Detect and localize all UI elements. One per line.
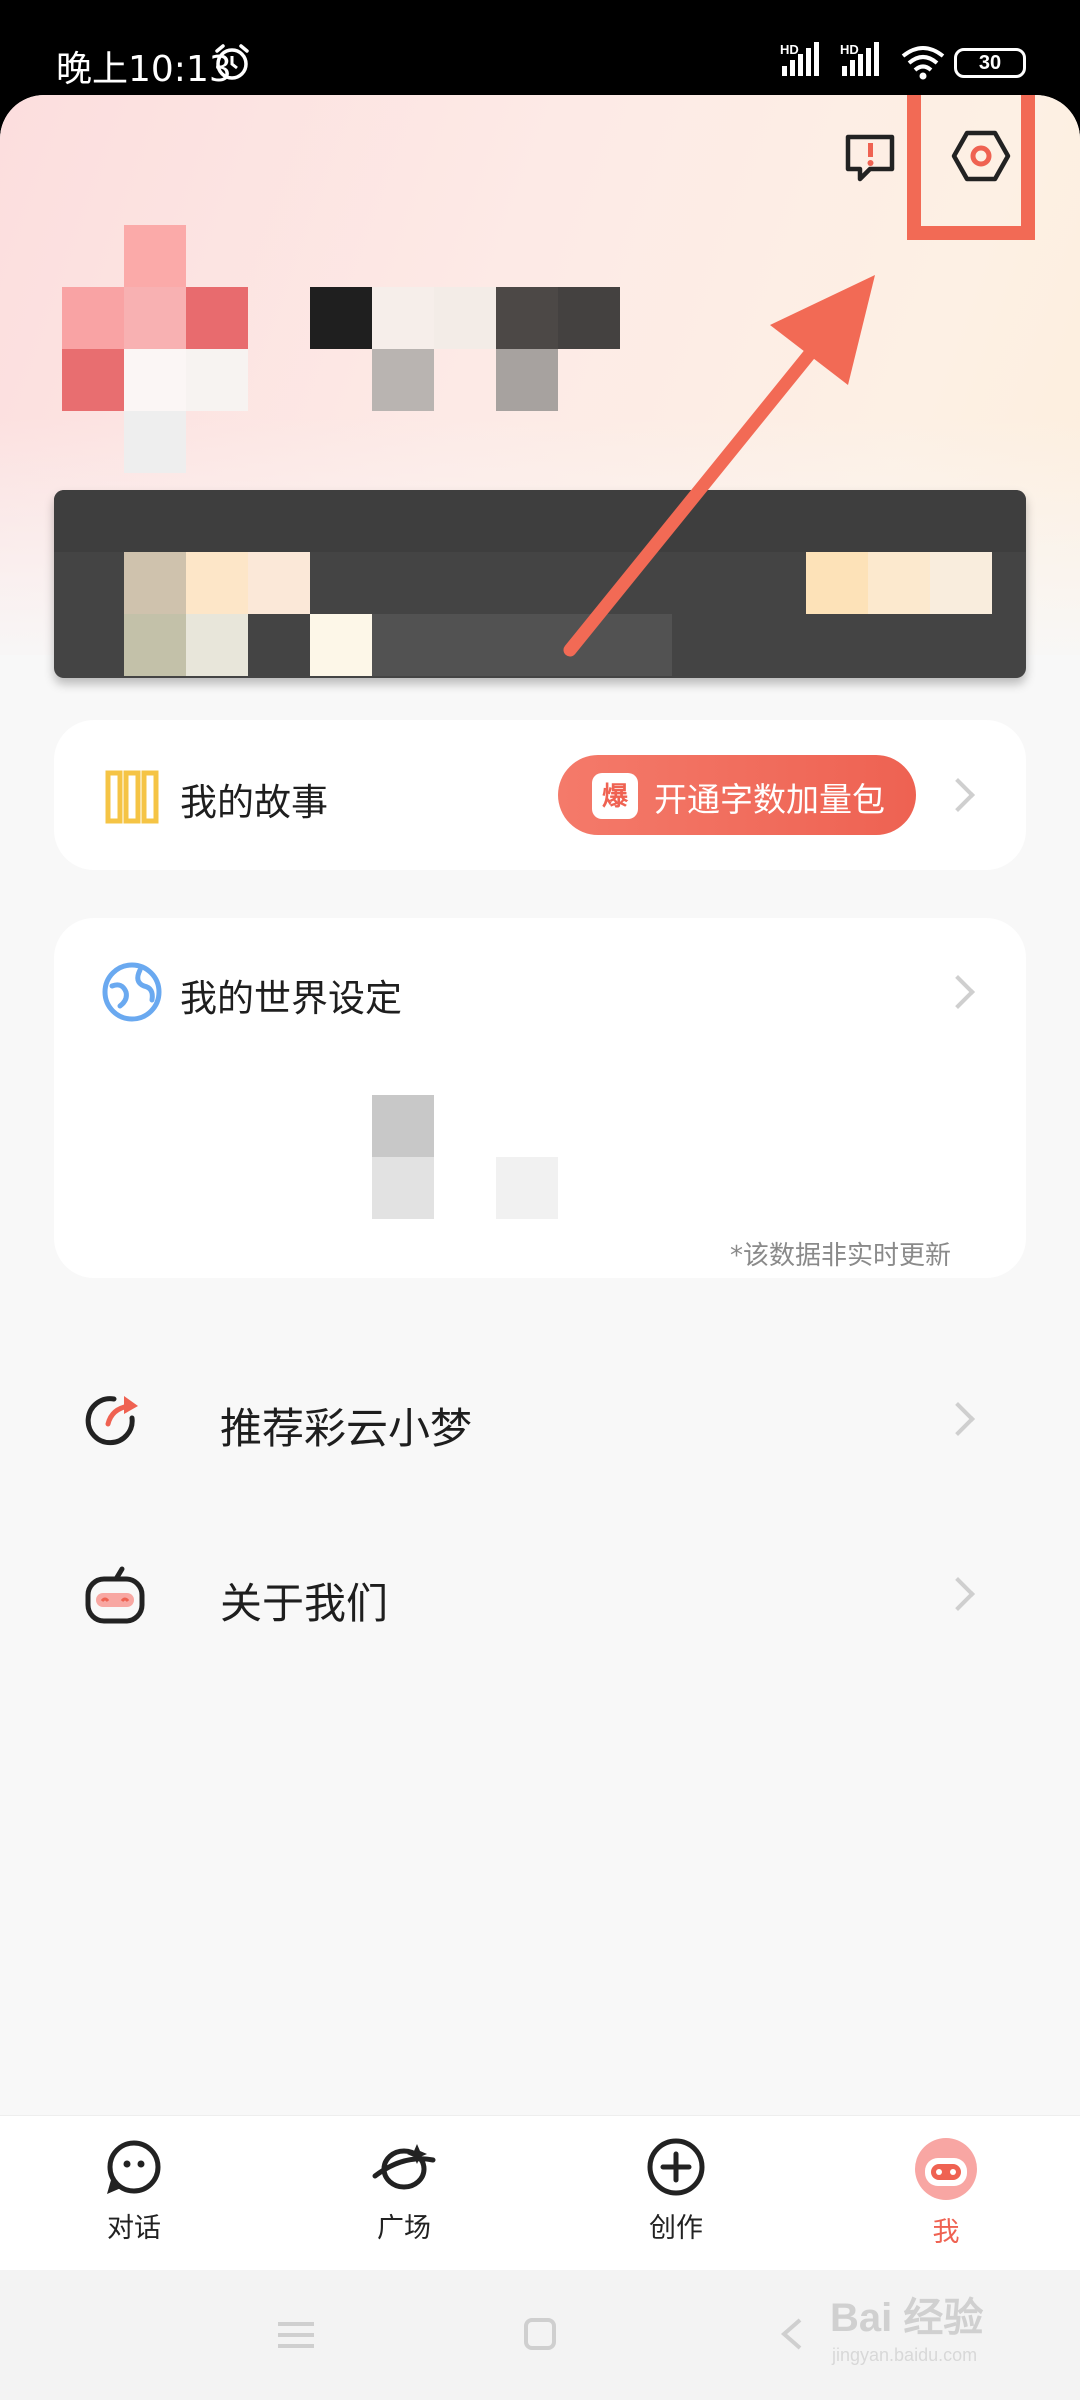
tab-me[interactable]: 我 bbox=[886, 2136, 1006, 2256]
status-time: 晚上10:13 bbox=[56, 49, 232, 90]
tab-chat-label: 对话 bbox=[107, 2213, 161, 2244]
robot-face-icon bbox=[85, 1566, 145, 1624]
chevron-right-icon bbox=[941, 1577, 975, 1611]
signal-icon bbox=[842, 42, 879, 76]
chat-face-icon bbox=[107, 2140, 161, 2194]
baidu-watermark-url: jingyan.baidu.com bbox=[832, 2345, 978, 2365]
annotation-arrow bbox=[563, 275, 875, 657]
tab-create[interactable]: 创作 bbox=[616, 2136, 736, 2256]
plaza-icon bbox=[372, 2144, 436, 2190]
tab-plaza[interactable]: 广场 bbox=[344, 2136, 464, 2256]
world-setting-label: 我的世界设定 bbox=[180, 977, 402, 1020]
menu-lines-icon[interactable] bbox=[276, 2320, 316, 2350]
alarm-icon bbox=[215, 44, 249, 80]
wifi-icon bbox=[901, 46, 945, 80]
message-alert-icon[interactable] bbox=[840, 127, 900, 187]
my-story-label: 我的故事 bbox=[180, 781, 328, 824]
profile-screen: 我的故事 爆 开通字数加量包 我的世界设定 *该数据非实时更新 推荐彩云小梦 关… bbox=[0, 95, 1080, 2400]
baidu-watermark: Bai 经验 bbox=[830, 2296, 984, 2340]
back-arrow-icon[interactable] bbox=[776, 2316, 806, 2352]
word-count-pack-label: 开通字数加量包 bbox=[654, 780, 885, 819]
hot-badge: 爆 bbox=[592, 773, 638, 819]
menu-item-recommend-label: 推荐彩云小梦 bbox=[220, 1404, 473, 1453]
avatar-icon bbox=[915, 2138, 977, 2200]
signal-icon bbox=[782, 42, 819, 76]
bottom-tab-bar: 对话 广场 创作 我 bbox=[0, 2115, 1080, 2270]
annotation-highlight-box bbox=[907, 95, 1035, 240]
tab-plaza-label: 广场 bbox=[377, 2213, 431, 2244]
chevron-right-icon bbox=[941, 1402, 975, 1436]
tab-chat[interactable]: 对话 bbox=[74, 2136, 194, 2256]
status-bar: 晚上10:13 HD HD 30 bbox=[0, 0, 1080, 95]
menu-item-about-us[interactable]: 关于我们 bbox=[0, 1520, 1080, 1670]
home-square-icon[interactable] bbox=[522, 2316, 558, 2352]
share-arrow-icon bbox=[85, 1396, 138, 1446]
data-update-note: *该数据非实时更新 bbox=[730, 1241, 952, 1271]
tab-create-label: 创作 bbox=[649, 2213, 703, 2244]
plus-circle-icon bbox=[647, 2138, 705, 2196]
battery-indicator: 30 bbox=[954, 48, 1026, 78]
globe-icon bbox=[102, 962, 162, 1022]
menu-item-about-us-label: 关于我们 bbox=[220, 1579, 389, 1628]
book-stack-icon bbox=[105, 770, 159, 824]
tab-me-label: 我 bbox=[932, 2217, 960, 2248]
word-count-pack-button[interactable]: 爆 开通字数加量包 bbox=[558, 755, 916, 835]
menu-item-recommend[interactable]: 推荐彩云小梦 bbox=[0, 1345, 1080, 1495]
